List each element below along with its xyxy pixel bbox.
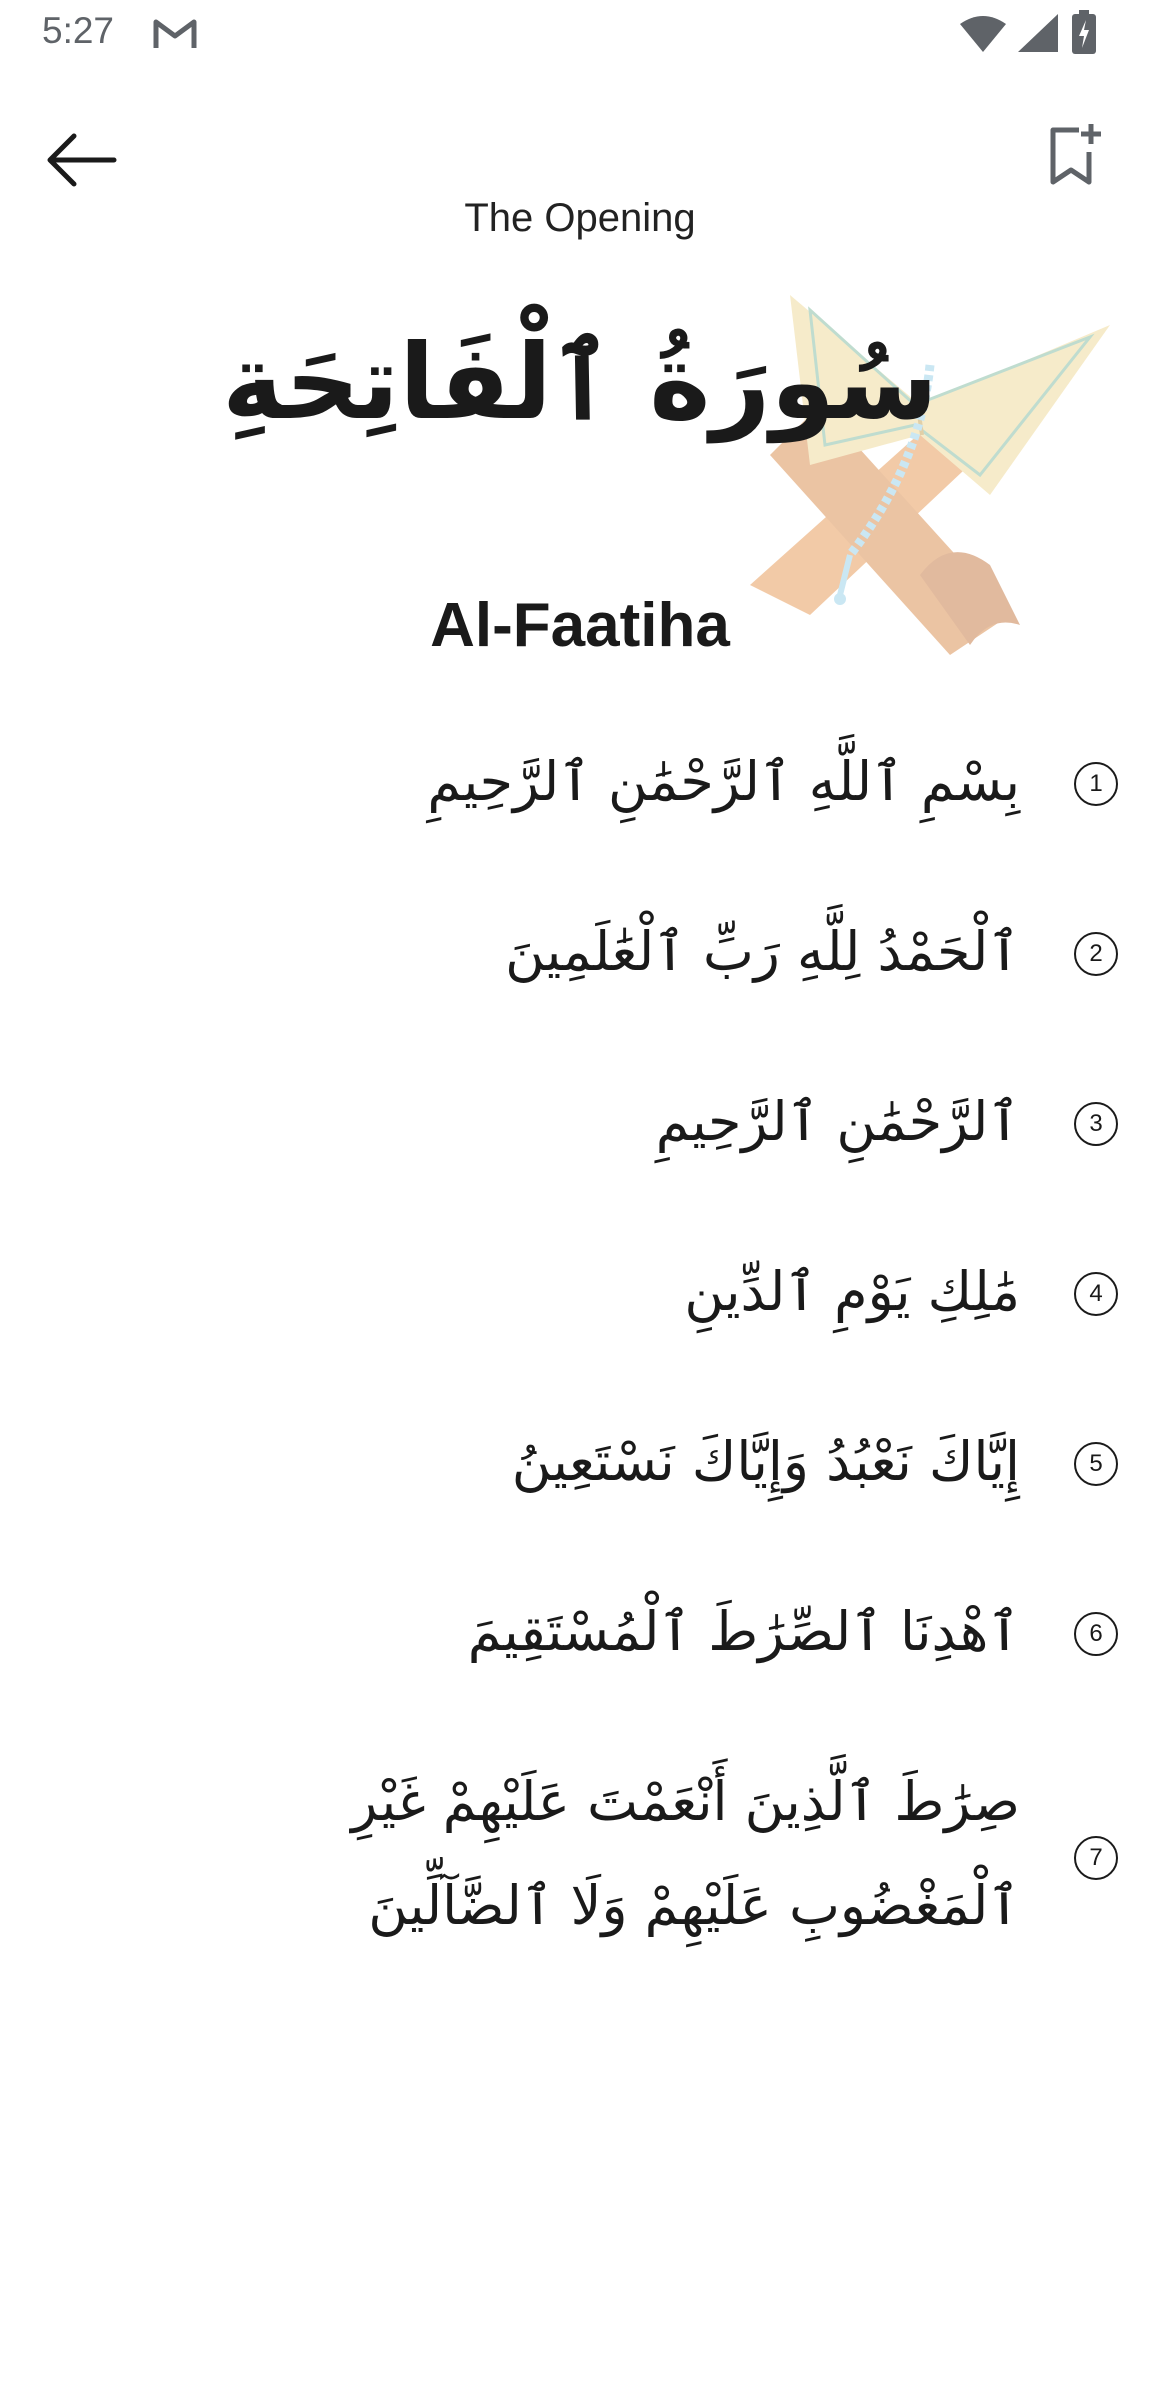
surah-name-arabic: سُورَةُ ٱلْفَاتِحَةِ [222,321,938,443]
wifi-icon [960,16,1006,52]
bookmark-add-icon [1050,124,1101,185]
surah-name-latin: Al-Faatiha [430,591,730,660]
signal-icon [1018,14,1058,52]
verse-text: ٱهْدِنَا ٱلصِّرَٰطَ ٱلْمُسْتَقِيمَ [467,1600,1020,1663]
verse-text: ٱلرَّحْمَٰنِ ٱلرَّحِيمِ [655,1090,1020,1153]
arrow-left-icon [47,133,117,187]
status-bar: 5:27 [0,0,1160,70]
verse-number-badge: 3 [1074,1102,1118,1146]
verse-number-badge: 2 [1074,932,1118,976]
verse-text: صِرَٰطَ ٱلَّذِينَ أَنْعَمْتَ عَلَيْهِمْ … [351,1770,1020,1937]
verse-number-badge: 6 [1074,1612,1118,1656]
battery-icon [1072,10,1096,54]
bookmark-add-button[interactable] [1030,110,1120,200]
verse-number-badge: 7 [1074,1836,1118,1880]
surah-translation-title: The Opening [464,196,696,240]
verse-number-badge: 5 [1074,1442,1118,1486]
verse-text: بِسْمِ ٱللَّهِ ٱلرَّحْمَٰنِ ٱلرَّحِيمِ [427,750,1020,813]
verse-number-badge: 1 [1074,762,1118,806]
status-time: 5:27 [42,10,115,51]
verse-number-badge: 4 [1074,1272,1118,1316]
verse-text: إِيَّاكَ نَعْبُدُ وَإِيَّاكَ نَسْتَعِينُ [511,1430,1020,1493]
verse-text: مَٰلِكِ يَوْمِ ٱلدِّينِ [684,1260,1020,1323]
back-button[interactable] [32,110,132,210]
gmail-icon [153,19,197,48]
verse-text: ٱلْحَمْدُ لِلَّهِ رَبِّ ٱلْعَٰلَمِينَ [505,920,1020,983]
